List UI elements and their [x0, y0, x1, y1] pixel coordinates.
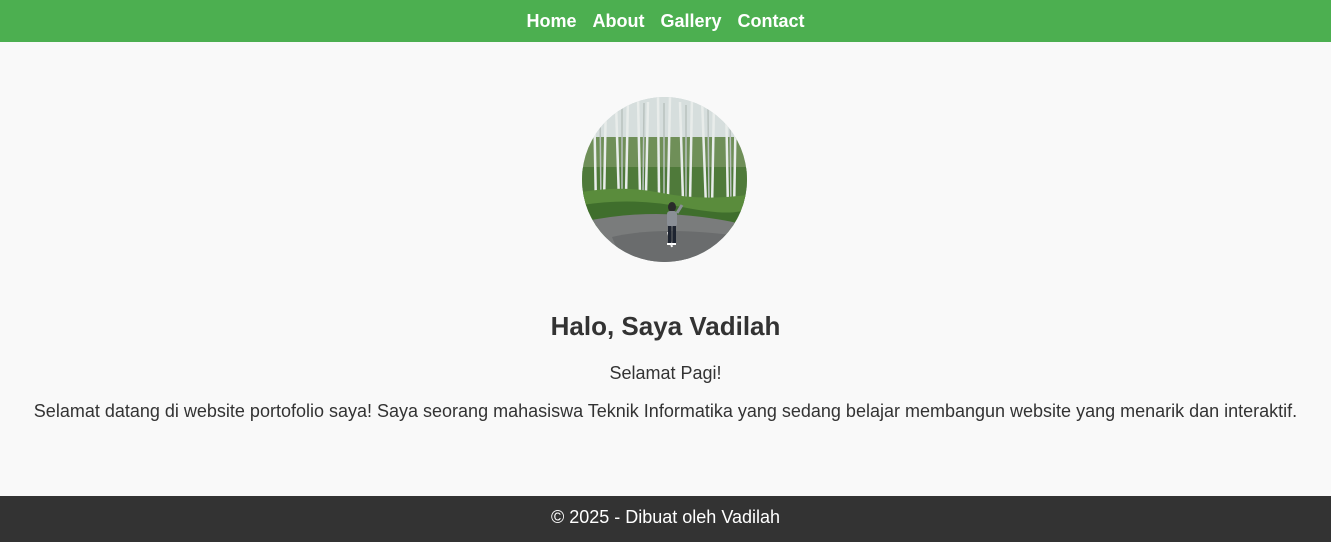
page-footer: © 2025 - Dibuat oleh Vadilah: [0, 496, 1331, 542]
greeting-text: Selamat Pagi!: [609, 363, 722, 383]
footer-text: © 2025 - Dibuat oleh Vadilah: [550, 506, 781, 527]
nav-link-home[interactable]: Home: [526, 11, 576, 32]
profile-photo: [582, 97, 747, 262]
nav-link-about[interactable]: About: [592, 11, 644, 32]
hero-section: Halo, Saya Vadilah Selamat Pagi! Selamat…: [0, 42, 1331, 496]
page-title: Halo, Saya Vadilah: [550, 311, 781, 341]
nav-link-contact[interactable]: Contact: [738, 11, 805, 32]
intro-paragraph: Selamat datang di website portofolio say…: [33, 401, 1298, 421]
profile-photo-image: [582, 97, 747, 262]
main-navbar: Home About Gallery Contact: [0, 0, 1331, 42]
nav-link-gallery[interactable]: Gallery: [660, 11, 721, 32]
